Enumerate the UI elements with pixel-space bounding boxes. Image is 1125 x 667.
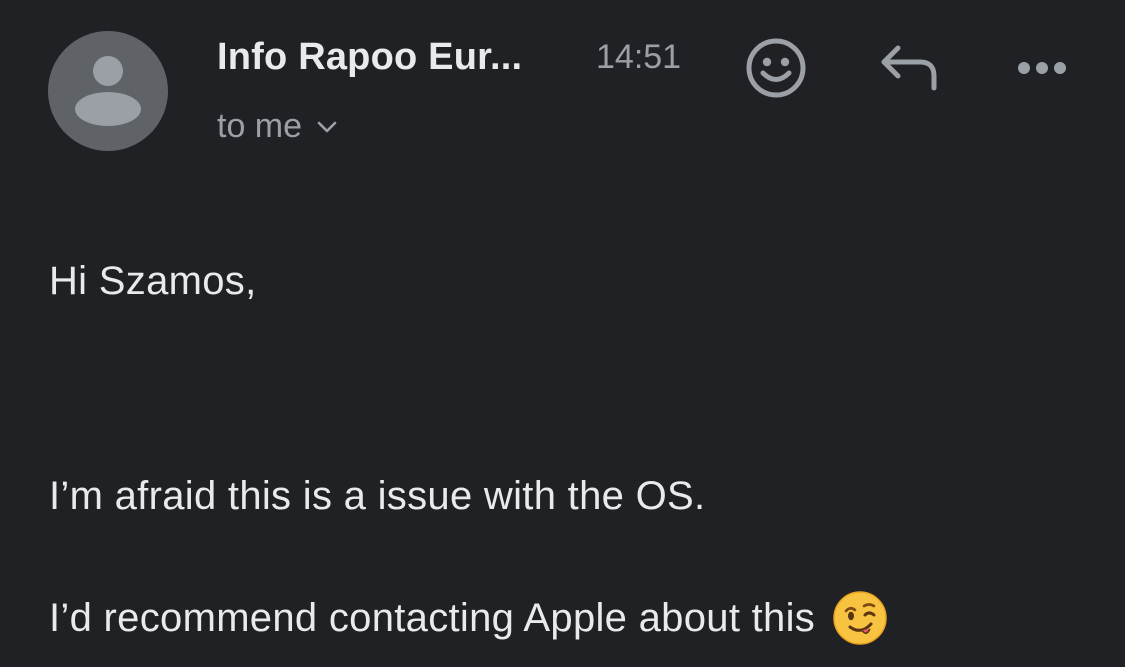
message-time: 14:51 xyxy=(596,38,682,76)
add-reaction-button[interactable] xyxy=(744,36,808,100)
sender-name[interactable]: Info Rapoo Eur... xyxy=(217,36,522,79)
message-body-line: I’m afraid this is a issue with the OS. xyxy=(49,474,706,518)
message-body-line: I’d recommend contacting Apple about thi… xyxy=(49,591,887,645)
more-options-button[interactable] xyxy=(1010,48,1074,88)
message-body-text: I’d recommend contacting Apple about thi… xyxy=(49,595,816,640)
more-horizontal-icon xyxy=(1018,62,1066,74)
recipient-label: to me xyxy=(217,107,303,145)
smiley-icon xyxy=(746,38,806,98)
sender-avatar[interactable] xyxy=(48,31,168,151)
recipient-details-toggle[interactable]: to me xyxy=(217,107,338,146)
person-icon xyxy=(75,56,141,126)
winking-face-emoji xyxy=(833,591,887,645)
reply-button[interactable] xyxy=(878,40,942,96)
chevron-down-icon xyxy=(317,121,337,132)
message-greeting: Hi Szamos, xyxy=(49,259,257,303)
reply-icon xyxy=(881,45,937,91)
